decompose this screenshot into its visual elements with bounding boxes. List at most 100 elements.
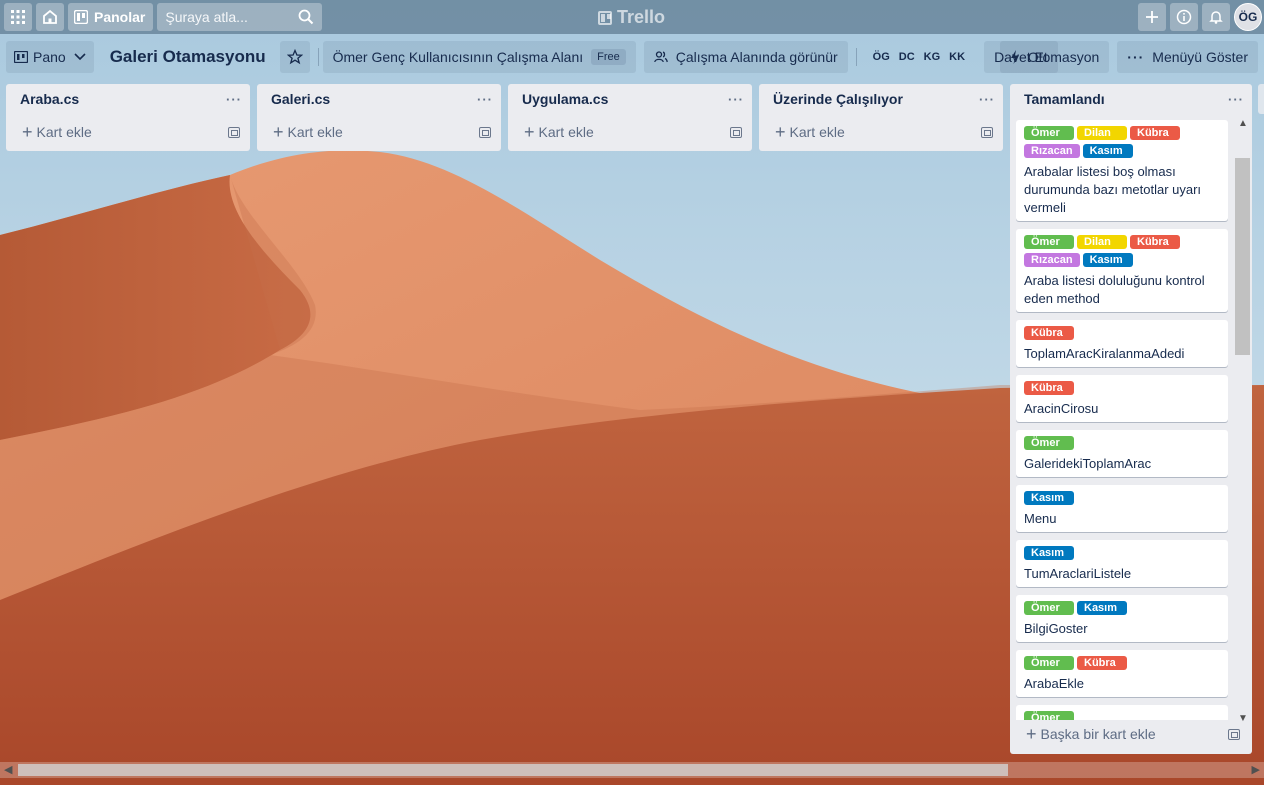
list-title[interactable]: Uygulama.cs [522, 91, 608, 107]
card[interactable]: Ömer Kübra ArabaEkle [1016, 650, 1228, 697]
card-label[interactable]: Ömer [1024, 601, 1074, 615]
card[interactable]: Kasım Menu [1016, 485, 1228, 532]
card-labels: Ömer Dilan Kübra Rızacan Kasım [1024, 126, 1220, 162]
visibility-button[interactable]: Çalışma Alanında görünür [643, 41, 848, 73]
card-title: GaleridekiToplamArac [1024, 456, 1152, 471]
card-title: Menu [1024, 511, 1057, 526]
card-template-icon[interactable] [981, 126, 993, 138]
card-template-icon[interactable] [228, 126, 240, 138]
add-card-button[interactable]: + Kart ekle [14, 116, 244, 148]
add-card-button[interactable]: + Kart ekle [516, 116, 746, 148]
horizontal-scrollbar-thumb[interactable] [18, 764, 1008, 776]
header-divider-2 [855, 48, 857, 66]
scroll-up-icon[interactable]: ▲ [1238, 118, 1248, 129]
list-menu-icon[interactable]: ··· [1228, 92, 1244, 107]
card[interactable]: Kübra ToplamAracKiralanmaAdedi [1016, 320, 1228, 367]
card-label[interactable]: Ömer [1024, 235, 1074, 249]
view-switcher-button[interactable]: Pano [6, 41, 94, 73]
card-template-icon[interactable] [1228, 728, 1240, 740]
add-card-button[interactable]: + Kart ekle [767, 116, 997, 148]
list-title[interactable]: Üzerinde Çalışılıyor [773, 91, 903, 107]
member-avatar-1[interactable]: ÖG [873, 51, 890, 63]
trello-logo-icon [598, 10, 612, 25]
list-header: Üzerinde Çalışılıyor ··· [759, 84, 1003, 114]
create-button[interactable] [1138, 3, 1166, 31]
card-label[interactable]: Ömer [1024, 436, 1074, 450]
card-label[interactable]: Kasım [1024, 546, 1074, 560]
boards-button[interactable]: Panolar [68, 3, 154, 31]
card[interactable]: Kübra AracinCirosu [1016, 375, 1228, 422]
board-header: Pano Galeri Otamasyonu Ömer Genç Kullanı… [0, 40, 1264, 74]
add-another-card-button[interactable]: + Başka bir kart ekle [1018, 718, 1244, 750]
plus-icon: + [775, 122, 786, 142]
card-label[interactable]: Dilan [1077, 235, 1127, 249]
list-menu-icon[interactable]: ··· [477, 92, 493, 107]
view-label: Pano [33, 49, 66, 65]
card-template-icon[interactable] [479, 126, 491, 138]
card[interactable]: Kasım TumAraclariListele [1016, 540, 1228, 587]
card-list: Ömer Dilan Kübra Rızacan Kasım Arabalar liste… [1016, 120, 1230, 720]
card-labels: Ömer Dilan Kübra Rızacan Kasım [1024, 235, 1220, 271]
card-title: ToplamAracKiralanmaAdedi [1024, 346, 1185, 361]
notifications-button[interactable] [1202, 3, 1230, 31]
list-title[interactable]: Tamamlandı [1024, 91, 1105, 107]
card-title: BilgiGoster [1024, 621, 1088, 636]
workspace-button[interactable]: Ömer Genç Kullanıcısının Çalışma Alanı F… [322, 41, 636, 73]
scrollbar-thumb[interactable] [1235, 158, 1250, 355]
scroll-right-icon[interactable]: ▶ [1252, 763, 1260, 776]
list-title[interactable]: Araba.cs [20, 91, 79, 107]
star-button[interactable] [279, 41, 310, 73]
card-label[interactable]: Kasım [1024, 491, 1074, 505]
card[interactable]: Ömer Dilan Kübra Rızacan Kasım Arabalar liste… [1016, 120, 1228, 221]
card-label[interactable]: Kasım [1082, 144, 1133, 158]
card-label[interactable]: Kasım [1077, 601, 1127, 615]
apps-menu-button[interactable] [4, 3, 32, 31]
list-araba: Araba.cs ··· + Kart ekle [6, 84, 250, 151]
card-label[interactable]: Kübra [1024, 326, 1074, 340]
automation-label: Otomasyon [1027, 49, 1100, 65]
card-label[interactable]: Kübra [1130, 126, 1180, 140]
more-icon: ··· [1127, 49, 1145, 65]
card-label[interactable]: Dilan [1077, 126, 1127, 140]
card-label[interactable]: Ömer [1024, 126, 1074, 140]
board-title[interactable]: Galeri Otamasyonu [110, 47, 266, 67]
list-menu-icon[interactable]: ··· [728, 92, 744, 107]
trello-logo[interactable]: Trello [598, 7, 665, 28]
home-button[interactable] [36, 3, 64, 31]
board-horizontal-scrollbar[interactable]: ◀ ▶ [0, 762, 1264, 778]
trello-logo-text: Trello [617, 7, 666, 27]
list-galeri: Galeri.cs ··· + Kart ekle [257, 84, 501, 151]
card-label[interactable]: Kübra [1130, 235, 1180, 249]
info-button[interactable] [1170, 3, 1198, 31]
list-menu-icon[interactable]: ··· [979, 92, 995, 107]
list-title[interactable]: Galeri.cs [271, 91, 330, 107]
member-avatar-3[interactable]: KG [924, 51, 941, 63]
scroll-left-icon[interactable]: ◀ [4, 763, 12, 776]
card-label[interactable]: Rızacan [1024, 144, 1080, 158]
card-title: AracinCirosu [1024, 401, 1099, 416]
card[interactable]: Ömer GaleridekiToplamArac [1016, 430, 1228, 477]
automation-button[interactable]: Otomasyon [999, 41, 1110, 73]
card-title: TumAraclariListele [1024, 566, 1132, 581]
add-another-card-label: Başka bir kart ekle [1040, 726, 1156, 742]
user-avatar[interactable]: ÖG [1234, 3, 1262, 31]
card-label[interactable]: Kübra [1077, 656, 1127, 670]
list-menu-icon[interactable]: ··· [226, 92, 242, 107]
next-list-edge[interactable] [1258, 84, 1264, 114]
list-scrollbar[interactable]: ▲ ▼ [1234, 118, 1251, 724]
card-label[interactable]: Kübra [1024, 381, 1074, 395]
card[interactable]: Ömer Dilan Kübra Rızacan Kasım Araba listesi … [1016, 229, 1228, 312]
plus-icon: + [1026, 724, 1037, 744]
show-menu-button[interactable]: ··· Menüyü Göster [1117, 41, 1258, 73]
card-label[interactable]: Ömer [1024, 656, 1074, 670]
card[interactable]: Ömer Kasım BilgiGoster [1016, 595, 1228, 642]
card-labels: Ömer [1024, 436, 1220, 454]
card-template-icon[interactable] [730, 126, 742, 138]
card-label[interactable]: Kasım [1082, 253, 1133, 267]
member-avatar-2[interactable]: DC [899, 51, 915, 63]
card-label[interactable]: Rızacan [1024, 253, 1080, 267]
member-avatar-4[interactable]: KK [949, 51, 965, 63]
add-card-button[interactable]: + Kart ekle [265, 116, 495, 148]
search-input[interactable]: Şuraya atla... [157, 3, 323, 31]
plus-icon: + [524, 122, 535, 142]
